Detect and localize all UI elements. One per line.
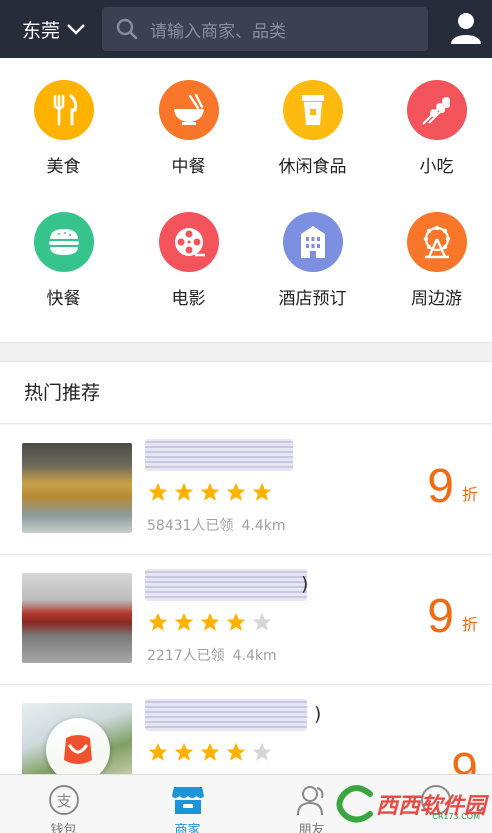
shop-meta: 2217人已领 4.4km xyxy=(147,645,285,665)
store-icon xyxy=(171,783,205,817)
tab-label: 钱包 xyxy=(50,823,77,833)
search-input[interactable]: 请输入商家、品类 xyxy=(102,7,428,51)
site-watermark: 西西软件园 CR173.COM xyxy=(336,782,486,826)
rating-stars xyxy=(147,741,277,763)
category-label: 美食 xyxy=(46,157,81,177)
shop-meta: 58431人已领 4.4km xyxy=(147,515,294,535)
discount-badge: 9折 xyxy=(427,593,478,641)
discount-badge: 9 xyxy=(451,744,478,775)
shop-name-suffix: ) xyxy=(301,573,309,595)
category-kuaican[interactable]: 快餐 xyxy=(2,212,125,309)
category-label: 电影 xyxy=(171,289,206,309)
tab-label: 商家 xyxy=(174,823,201,833)
shop-name-blurred xyxy=(145,569,307,601)
category-dianying[interactable]: 电影 xyxy=(127,212,250,309)
film-reel-icon xyxy=(158,212,219,272)
star-icon xyxy=(148,612,168,631)
discount-unit: 折 xyxy=(461,485,478,504)
star-icon xyxy=(200,482,220,501)
rating-stars xyxy=(147,481,277,503)
drink-cup-icon xyxy=(282,80,343,140)
smile-bag-icon xyxy=(64,735,92,764)
claimed-count: 58431人已领 xyxy=(147,518,234,534)
distance: 4.4km xyxy=(232,648,277,664)
list-item[interactable]: ) 2217人已领 4.4km 9折 xyxy=(0,555,492,685)
watermark-subtext: CR173.COM xyxy=(432,812,480,821)
category-meishi[interactable]: 美食 xyxy=(2,80,125,177)
category-label: 休闲食品 xyxy=(278,157,347,177)
star-empty-icon xyxy=(252,612,272,631)
rating-stars xyxy=(147,611,277,633)
list-item[interactable]: 58431人已领 4.4km 9折 xyxy=(0,425,492,555)
tab-wallet[interactable]: 支 钱包 xyxy=(2,775,125,833)
watermark-logo-icon xyxy=(336,785,373,823)
distance: 4.4km xyxy=(241,518,286,534)
chevron-down-icon xyxy=(67,24,85,35)
shop-name-blurred xyxy=(145,439,293,471)
shop-thumbnail xyxy=(22,573,132,663)
star-icon xyxy=(148,742,168,761)
svg-text:支: 支 xyxy=(56,792,71,810)
friends-icon xyxy=(295,783,329,817)
city-label: 东莞 xyxy=(22,19,61,42)
top-bar: 东莞 请输入商家、品类 xyxy=(0,0,492,58)
category-xiaochi[interactable]: 小吃 xyxy=(375,80,492,177)
star-empty-icon xyxy=(252,742,272,761)
category-label: 酒店预订 xyxy=(278,289,347,309)
discount-unit: 折 xyxy=(461,615,478,634)
category-label: 中餐 xyxy=(171,157,206,177)
discount-value: 9 xyxy=(451,744,478,775)
star-icon xyxy=(174,742,194,761)
search-placeholder: 请输入商家、品类 xyxy=(150,21,286,42)
section-divider xyxy=(0,342,492,362)
star-icon xyxy=(174,612,194,631)
category-zhongcan[interactable]: 中餐 xyxy=(127,80,250,177)
wallet-icon: 支 xyxy=(47,783,81,817)
tab-store[interactable]: 商家 xyxy=(126,775,249,833)
city-selector[interactable]: 东莞 xyxy=(0,16,102,43)
category-label: 小吃 xyxy=(419,157,454,177)
star-icon xyxy=(226,612,246,631)
star-icon xyxy=(148,482,168,501)
section-title: 热门推荐 xyxy=(0,362,492,424)
burger-icon xyxy=(33,212,94,272)
star-icon xyxy=(226,482,246,501)
shop-thumbnail xyxy=(22,443,132,533)
fork-knife-icon xyxy=(33,80,94,140)
category-xiuxian-shipin[interactable]: 休闲食品 xyxy=(251,80,374,177)
hotel-icon xyxy=(282,212,343,272)
discount-value: 9 xyxy=(427,460,454,513)
ferris-wheel-icon xyxy=(406,212,467,272)
star-icon xyxy=(174,482,194,501)
search-icon xyxy=(116,18,138,40)
skewer-icon xyxy=(406,80,467,140)
star-icon xyxy=(226,742,246,761)
discount-badge: 9折 xyxy=(427,463,478,511)
category-jiudian-yuding[interactable]: 酒店预订 xyxy=(251,212,374,309)
shop-name-suffix: ) xyxy=(314,703,322,725)
noodle-bowl-icon xyxy=(158,80,219,140)
user-profile-icon[interactable] xyxy=(448,10,484,46)
star-icon xyxy=(252,482,272,501)
star-icon xyxy=(200,742,220,761)
category-zhoubianyou[interactable]: 周边游 xyxy=(375,212,492,309)
floating-action-button[interactable] xyxy=(46,718,110,782)
shop-name-blurred xyxy=(145,699,307,731)
category-label: 周边游 xyxy=(411,289,462,309)
claimed-count: 2217人已领 xyxy=(147,648,225,664)
discount-value: 9 xyxy=(427,590,454,643)
category-label: 快餐 xyxy=(46,289,81,309)
category-grid: 美食 中餐 休闲食品 小吃 快餐 电影 酒店预订 周边游 xyxy=(0,58,492,342)
star-icon xyxy=(200,612,220,631)
